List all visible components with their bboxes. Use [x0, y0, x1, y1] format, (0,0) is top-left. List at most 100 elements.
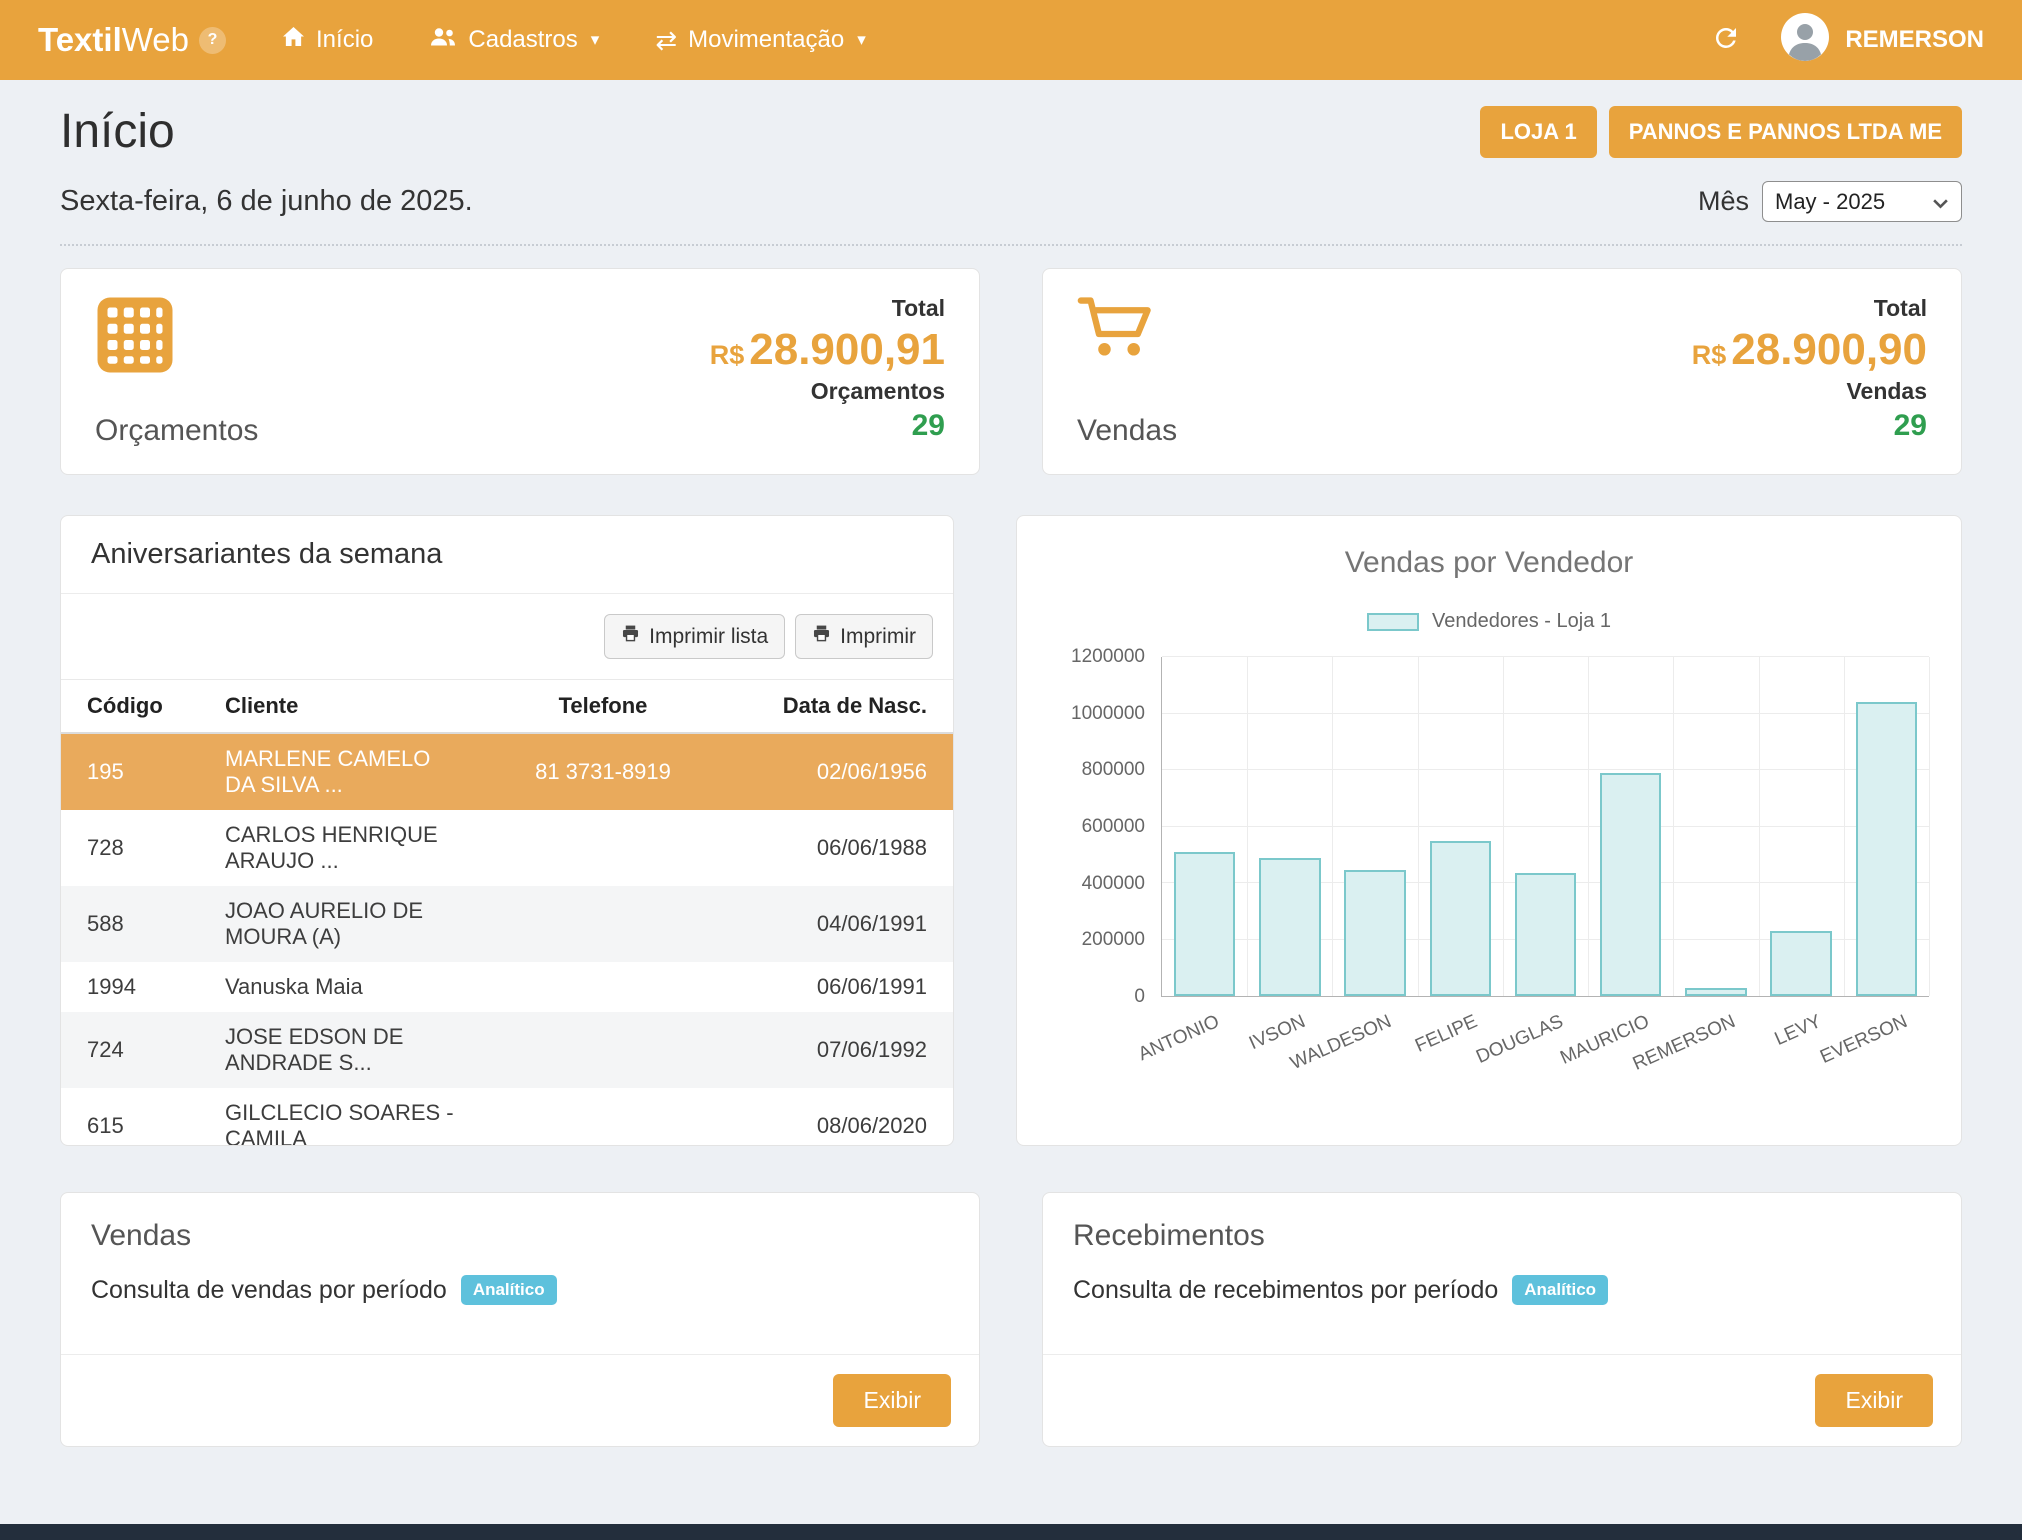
- help-icon[interactable]: ?: [199, 27, 226, 54]
- print-list-button[interactable]: Imprimir lista: [604, 614, 785, 659]
- current-date: Sexta-feira, 6 de junho de 2025.: [60, 185, 473, 218]
- print-button[interactable]: Imprimir: [795, 614, 933, 659]
- chevron-down-icon: ▾: [857, 30, 866, 50]
- chevron-down-icon: ▾: [591, 30, 600, 50]
- gridline: [1162, 769, 1929, 770]
- recebimentos-exibir-button[interactable]: Exibir: [1815, 1374, 1933, 1427]
- table-row[interactable]: 728CARLOS HENRIQUE ARAUJO ...06/06/1988: [61, 810, 953, 886]
- brand-light: Web: [122, 21, 189, 58]
- table-row[interactable]: 1994Vanuska Maia06/06/1991: [61, 962, 953, 1012]
- table-row[interactable]: 724JOSE EDSON DE ANDRADE S...07/06/1992: [61, 1012, 953, 1088]
- vendas-panel-title: Vendas: [61, 1193, 979, 1253]
- chart-title: Vendas por Vendedor: [1043, 546, 1935, 580]
- sales-chart-card: Vendas por Vendedor Vendedores - Loja 1 …: [1016, 515, 1962, 1146]
- recebimentos-panel-title: Recebimentos: [1043, 1193, 1961, 1253]
- brand-logo[interactable]: TextilWeb ?: [38, 21, 226, 59]
- vendas-label: Vendas: [1077, 414, 1177, 448]
- y-tick-label: 800000: [1082, 759, 1145, 781]
- legend-swatch: [1367, 613, 1419, 631]
- chart-area: 020000040000060000080000010000001200000 …: [1043, 657, 1935, 1092]
- chart-bar-douglas[interactable]: [1515, 873, 1576, 996]
- chart-bar-mauricio[interactable]: [1600, 773, 1661, 996]
- birthdays-table: Código Cliente Telefone Data de Nasc. 19…: [61, 679, 953, 1146]
- table-row[interactable]: 588JOAO AURELIO DE MOURA (A)04/06/1991: [61, 886, 953, 962]
- gridline: [1929, 657, 1930, 996]
- nav-inicio-label: Início: [316, 26, 373, 54]
- vendas-count-label: Vendas: [1846, 378, 1927, 405]
- chart-plot: [1161, 657, 1929, 997]
- gridline: [1247, 657, 1248, 996]
- vendas-panel-description: Consulta de vendas por período: [91, 1276, 447, 1305]
- store-button[interactable]: LOJA 1: [1480, 106, 1596, 158]
- y-tick-label: 600000: [1082, 816, 1145, 838]
- nav-cadastros[interactable]: Cadastros ▾: [429, 25, 599, 55]
- brand-bold: Textil: [38, 21, 122, 58]
- y-tick-label: 0: [1134, 986, 1145, 1008]
- vendas-panel: Vendas Consulta de vendas por período An…: [60, 1192, 980, 1447]
- column-header-cliente: Cliente: [211, 680, 468, 734]
- orcamentos-count-label: Orçamentos: [811, 378, 945, 405]
- chart-bar-antonio[interactable]: [1174, 852, 1235, 996]
- total-label: Total: [1874, 295, 1927, 322]
- x-tick-label: ANTONIO: [1135, 1011, 1223, 1066]
- column-header-telefone: Telefone: [468, 680, 738, 734]
- chart-bar-everson[interactable]: [1856, 702, 1917, 996]
- month-select[interactable]: May - 2025: [1762, 181, 1962, 222]
- orcamentos-summary-card: Orçamentos Total R$28.900,91 Orçamentos …: [60, 268, 980, 475]
- footer-bar: [0, 1524, 2022, 1540]
- column-header-codigo: Código: [61, 680, 211, 734]
- chart-bar-remerson[interactable]: [1685, 988, 1746, 996]
- chart-bar-levy[interactable]: [1770, 931, 1831, 996]
- gridline: [1588, 657, 1589, 996]
- vendas-total-value: R$28.900,90: [1692, 328, 1927, 372]
- vendas-summary-card: Vendas Total R$28.900,90 Vendas 29: [1042, 268, 1962, 475]
- x-tick-label: FELIPE: [1412, 1011, 1481, 1058]
- x-tick-label: LEVY: [1772, 1011, 1825, 1051]
- swap-arrows-icon: ⇄: [655, 27, 677, 53]
- chart-bar-ivson[interactable]: [1259, 858, 1320, 996]
- orcamentos-label: Orçamentos: [95, 414, 258, 448]
- gridline: [1162, 656, 1929, 657]
- nav-movimentacao-label: Movimentação: [688, 26, 844, 54]
- y-tick-label: 1200000: [1071, 646, 1145, 668]
- gridline: [1503, 657, 1504, 996]
- chart-bar-felipe[interactable]: [1430, 841, 1491, 996]
- calculator-icon: [95, 295, 258, 380]
- analitico-badge: Analítico: [1512, 1275, 1608, 1305]
- recebimentos-panel: Recebimentos Consulta de recebimentos po…: [1042, 1192, 1962, 1447]
- home-icon: [282, 26, 305, 54]
- gridline: [1673, 657, 1674, 996]
- vendas-count: 29: [1894, 411, 1927, 441]
- nav-movimentacao[interactable]: ⇄ Movimentação ▾: [655, 26, 865, 54]
- nav-cadastros-label: Cadastros: [468, 26, 577, 54]
- month-label: Mês: [1698, 186, 1749, 217]
- orcamentos-total-value: R$28.900,91: [710, 328, 945, 372]
- gridline: [1844, 657, 1845, 996]
- users-icon: [429, 25, 457, 55]
- refresh-icon[interactable]: [1711, 23, 1741, 58]
- user-menu[interactable]: REMERSON: [1781, 13, 1984, 68]
- legend-label: Vendedores - Loja 1: [1432, 610, 1611, 633]
- birthdays-title: Aniversariantes da semana: [61, 516, 953, 594]
- navbar: TextilWeb ? Início Cadastros ▾ ⇄ Mo: [0, 0, 2022, 80]
- company-button[interactable]: PANNOS E PANNOS LTDA ME: [1609, 106, 1962, 158]
- gridline: [1162, 826, 1929, 827]
- vendas-exibir-button[interactable]: Exibir: [833, 1374, 951, 1427]
- orcamentos-count: 29: [912, 411, 945, 441]
- nav-inicio[interactable]: Início: [282, 26, 373, 54]
- chart-x-axis: ANTONIOIVSONWALDESONFELIPEDOUGLASMAURICI…: [1161, 997, 1935, 1092]
- chart-bar-waldeson[interactable]: [1344, 870, 1405, 996]
- total-label: Total: [892, 295, 945, 322]
- y-tick-label: 400000: [1082, 873, 1145, 895]
- table-row[interactable]: 195MARLENE CAMELO DA SILVA ...81 3731-89…: [61, 733, 953, 810]
- chart-legend[interactable]: Vendedores - Loja 1: [1043, 610, 1935, 633]
- birthday-table-body: 195MARLENE CAMELO DA SILVA ...81 3731-89…: [61, 733, 953, 1146]
- x-tick-label: DOUGLAS: [1473, 1011, 1567, 1069]
- printer-icon: [812, 624, 831, 649]
- page-title: Início: [60, 104, 175, 159]
- recebimentos-panel-description: Consulta de recebimentos por período: [1073, 1276, 1498, 1305]
- gridline: [1332, 657, 1333, 996]
- cart-icon: [1077, 295, 1177, 364]
- y-tick-label: 1000000: [1071, 703, 1145, 725]
- table-row[interactable]: 615GILCLECIO SOARES - CAMILA08/06/2020: [61, 1088, 953, 1146]
